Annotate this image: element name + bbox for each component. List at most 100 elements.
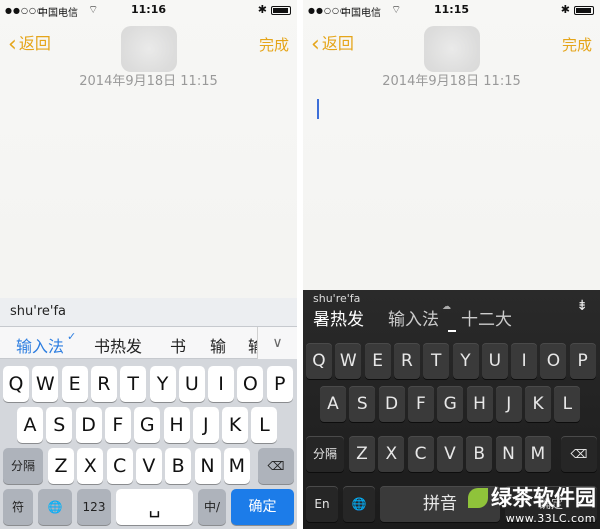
key-n[interactable]: N	[194, 448, 221, 484]
key-s[interactable]: S	[46, 407, 73, 443]
key-h[interactable]: H	[163, 407, 190, 443]
status-time: 11:16	[130, 3, 166, 16]
key-c[interactable]: C	[407, 436, 434, 472]
key-y[interactable]: Y	[452, 343, 479, 379]
key-j[interactable]: J	[495, 386, 522, 422]
key-b[interactable]: B	[165, 448, 192, 484]
space-key[interactable]: ␣	[116, 489, 193, 525]
separator-key[interactable]: 分隔	[3, 448, 43, 484]
left-phone-screen: ●●○○○ 中国电信 ⌔ 11:16 ✱ ‹ 返回 完成 2014年9月18日 1…	[0, 0, 297, 529]
key-v[interactable]: V	[436, 436, 463, 472]
key-q[interactable]: Q	[306, 343, 332, 379]
delete-key[interactable]: ⌫	[258, 448, 294, 484]
key-t[interactable]: T	[120, 366, 147, 402]
key-e[interactable]: E	[364, 343, 391, 379]
key-r[interactable]: R	[393, 343, 420, 379]
number-key[interactable]: 123	[77, 489, 111, 525]
collapse-keyboard-icon[interactable]: ⇟	[576, 298, 588, 314]
key-s[interactable]: S	[349, 386, 376, 422]
key-l[interactable]: L	[251, 407, 278, 443]
note-date: 2014年9月18日 11:15	[382, 74, 521, 89]
key-m[interactable]: M	[223, 448, 250, 484]
bluetooth-icon: ✱	[257, 3, 267, 16]
note-date: 2014年9月18日 11:15	[79, 74, 218, 89]
system-keyboard: shu're'fa 输入法 ✓ 书热发 书 输 输 ∨ QWERTYUIOP AS…	[0, 298, 297, 529]
key-i[interactable]: I	[208, 366, 235, 402]
key-f[interactable]: F	[104, 407, 131, 443]
key-m[interactable]: M	[524, 436, 551, 472]
key-u[interactable]: U	[481, 343, 508, 379]
done-button[interactable]: 完成	[259, 34, 289, 55]
key-u[interactable]: U	[178, 366, 205, 402]
bluetooth-icon: ✱	[560, 3, 570, 16]
key-g[interactable]: G	[134, 407, 161, 443]
key-c[interactable]: C	[106, 448, 133, 484]
key-b[interactable]: B	[466, 436, 493, 472]
key-y[interactable]: Y	[149, 366, 176, 402]
key-p[interactable]: P	[266, 366, 293, 402]
check-icon: ✓	[67, 330, 77, 343]
expand-candidates-button[interactable]: ∨	[257, 327, 297, 359]
key-z[interactable]: Z	[349, 436, 375, 472]
app-icon-placeholder	[423, 26, 480, 72]
composition-text: shu're'fa	[10, 304, 66, 319]
third-party-keyboard: shu're'fa 暑热发 输入法 ☁ 十二大 ⇟ QWERTYUIOP ASDF…	[303, 290, 600, 529]
key-l[interactable]: L	[554, 386, 581, 422]
globe-icon[interactable]: 🌐	[38, 489, 72, 525]
key-n[interactable]: N	[495, 436, 522, 472]
key-f[interactable]: F	[407, 386, 434, 422]
back-button[interactable]: ‹ 返回	[311, 30, 354, 57]
chevron-left-icon: ‹	[8, 32, 17, 57]
leaf-logo-icon	[468, 488, 488, 508]
symbol-key[interactable]: 符	[3, 489, 33, 525]
candidate-item[interactable]: 暑热发	[313, 305, 364, 330]
key-j[interactable]: J	[192, 407, 219, 443]
candidate-item[interactable]: 输入法	[16, 333, 64, 357]
back-label: 返回	[18, 34, 51, 53]
back-label: 返回	[321, 34, 354, 53]
key-o[interactable]: O	[540, 343, 567, 379]
key-x[interactable]: X	[378, 436, 405, 472]
key-o[interactable]: O	[237, 366, 264, 402]
delete-key[interactable]: ⌫	[561, 436, 597, 472]
chevron-left-icon: ‹	[311, 32, 320, 57]
key-k[interactable]: K	[525, 386, 552, 422]
globe-icon[interactable]: 🌐	[343, 486, 375, 522]
language-toggle-key[interactable]: 中/英	[198, 489, 226, 525]
app-icon-placeholder	[120, 26, 177, 72]
key-v[interactable]: V	[135, 448, 162, 484]
key-h[interactable]: H	[466, 386, 493, 422]
separator-key[interactable]: 分隔	[306, 436, 344, 472]
key-k[interactable]: K	[222, 407, 249, 443]
watermark: 绿茶软件园 www.33LC.com	[468, 482, 596, 525]
candidate-item[interactable]: 书	[170, 333, 186, 357]
key-g[interactable]: G	[437, 386, 464, 422]
key-i[interactable]: I	[511, 343, 538, 379]
candidate-item[interactable]: 十二大	[461, 305, 512, 330]
done-button[interactable]: 完成	[562, 34, 592, 55]
key-p[interactable]: P	[569, 343, 596, 379]
candidate-item[interactable]: 书热发	[94, 333, 142, 357]
candidate-item[interactable]: 输入法	[388, 305, 439, 330]
back-button[interactable]: ‹ 返回	[8, 30, 51, 57]
watermark-url: www.33LC.com	[505, 512, 596, 525]
key-x[interactable]: X	[77, 448, 104, 484]
key-t[interactable]: T	[423, 343, 450, 379]
pinyin-text: shu're'fa	[313, 292, 361, 305]
key-a[interactable]: A	[320, 386, 346, 422]
status-bar: ●●○○○ 中国电信 ⌔ 11:16 ✱	[0, 0, 297, 22]
candidate-item[interactable]: 输	[210, 333, 226, 357]
key-z[interactable]: Z	[48, 448, 74, 484]
battery-icon	[271, 6, 291, 15]
key-w[interactable]: W	[32, 366, 59, 402]
key-d[interactable]: D	[75, 407, 102, 443]
key-r[interactable]: R	[90, 366, 117, 402]
key-q[interactable]: Q	[3, 366, 29, 402]
text-cursor	[317, 99, 319, 119]
language-key[interactable]: En	[306, 486, 338, 522]
key-e[interactable]: E	[61, 366, 88, 402]
key-w[interactable]: W	[335, 343, 362, 379]
key-a[interactable]: A	[17, 407, 43, 443]
key-d[interactable]: D	[378, 386, 405, 422]
confirm-key[interactable]: 确定	[231, 489, 294, 525]
